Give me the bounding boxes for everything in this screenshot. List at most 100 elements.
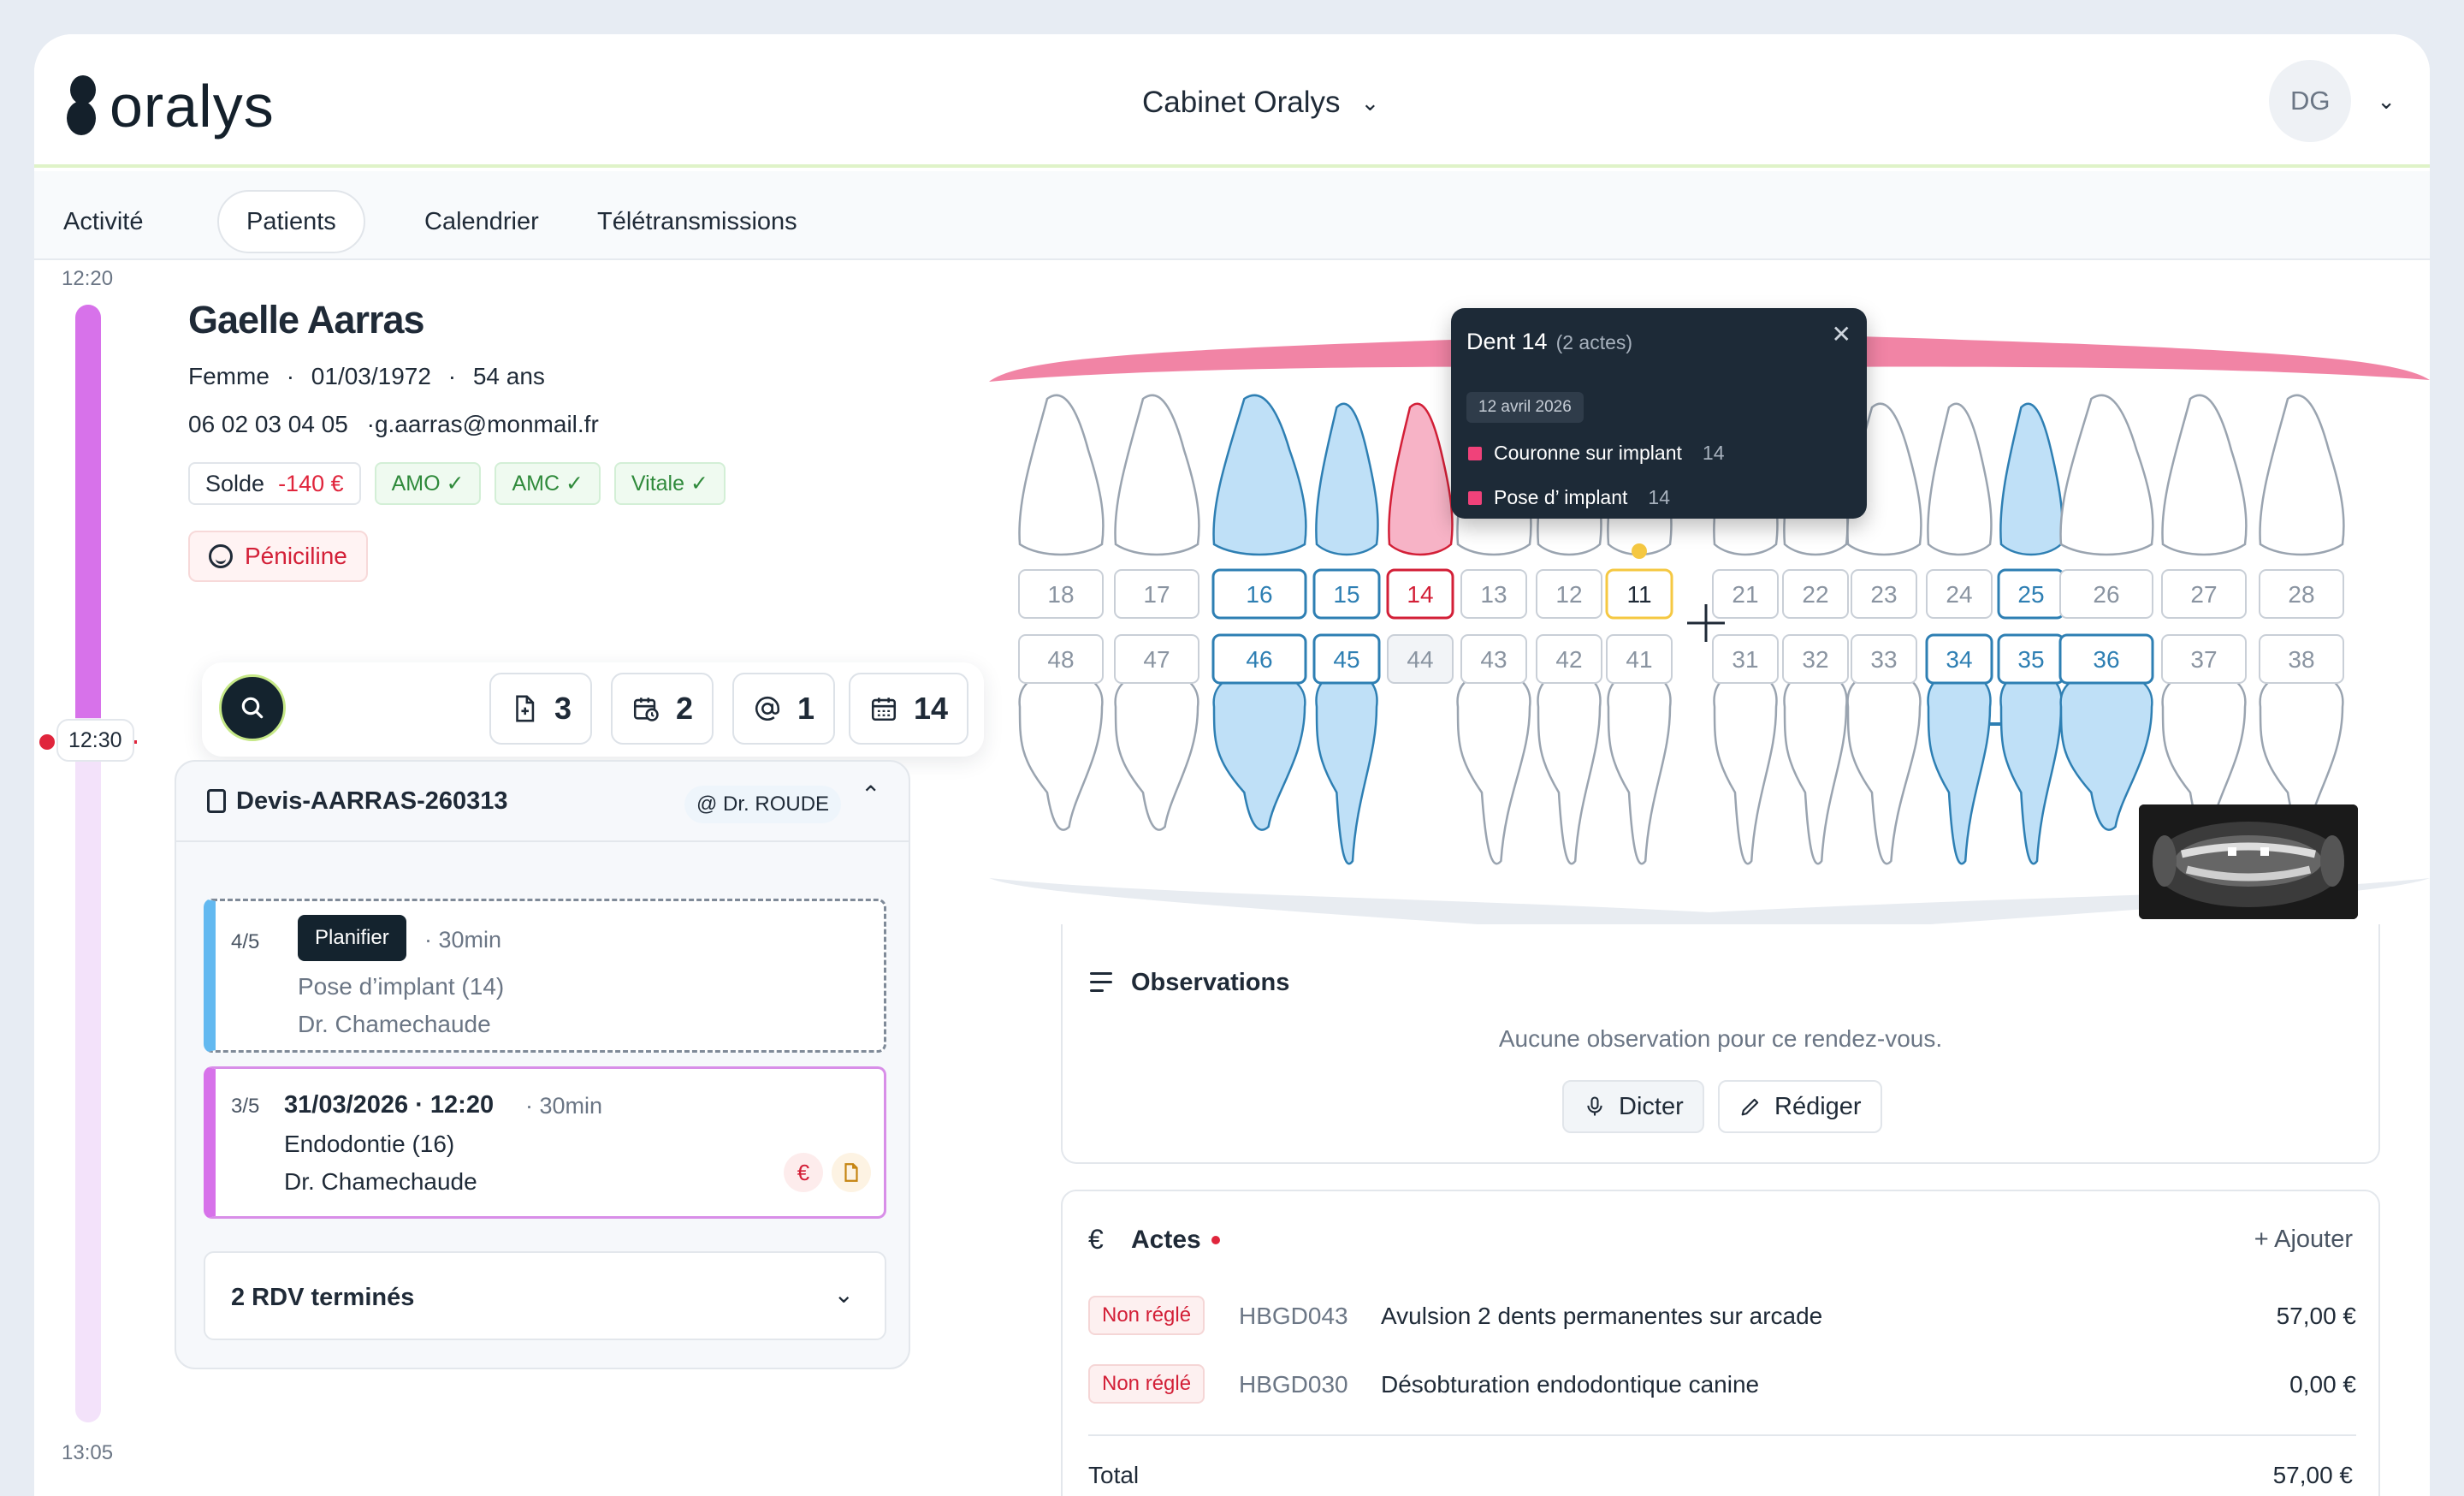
allergy-badge[interactable]: Péniciline [188, 531, 368, 582]
brand-name: oralys [110, 73, 275, 140]
cabinet-selector[interactable]: Cabinet Oralys ⌄ [1142, 86, 1379, 120]
solde-label: Solde [205, 470, 265, 496]
brand-logo[interactable]: oralys [67, 72, 275, 140]
tooltip-title: Dent 14 (2 actes) [1466, 329, 1632, 355]
act-code: HBGD030 [1239, 1371, 1348, 1398]
close-icon[interactable]: ✕ [1832, 320, 1851, 348]
planifier-button[interactable]: Planifier [298, 915, 406, 961]
tooth-36-lower [2059, 671, 2153, 831]
patient-name: Gaelle Aarras [188, 298, 425, 341]
step-fraction: 3/5 [231, 1095, 260, 1118]
tooth-41-lower [1607, 671, 1672, 865]
tooth-25-upper [1999, 402, 2064, 556]
tooth-number-45: 45 [1333, 646, 1359, 673]
tooth-number-27: 27 [2190, 581, 2217, 608]
tooth-46-lower [1212, 671, 1306, 831]
table-row[interactable]: Non réglé HBGD043 Avulsion 2 dents perma… [1088, 1296, 2356, 1339]
chevron-down-icon[interactable]: ⌄ [2377, 88, 2396, 115]
total-label: Total [1088, 1462, 1140, 1488]
tooth-number-44: 44 [1407, 646, 1433, 673]
tooth-18-upper [1018, 394, 1105, 556]
user-menu[interactable]: DG ⌄ [2269, 60, 2396, 142]
tooth-27-upper [2161, 394, 2248, 556]
step-duration: · 30min [424, 927, 502, 953]
tooth-43-lower [1456, 671, 1531, 865]
finished-appointments-toggle[interactable]: 2 RDV terminés ⌄ [204, 1251, 886, 1340]
calendar-counter[interactable]: 14 [849, 673, 969, 745]
tooth-45-lower [1315, 671, 1378, 865]
document-plus-icon [516, 695, 535, 722]
main-nav: Activité Patients Calendrier Télétransmi… [34, 171, 2430, 260]
tooth-15-upper [1315, 402, 1379, 556]
tooth-number-38: 38 [2288, 646, 2314, 673]
act-price: 0,00 € [2289, 1371, 2356, 1398]
euro-icon: € [1088, 1224, 1104, 1255]
patient-email[interactable]: ·g.aarras@monmail.fr [367, 411, 599, 437]
doctor-badge[interactable]: @ Dr. ROUDE [684, 786, 842, 823]
tab-patients[interactable]: Patients [217, 190, 365, 253]
amc-badge[interactable]: AMC ✓ [495, 462, 601, 505]
chevron-down-icon: ⌄ [833, 1281, 854, 1308]
tooth-31-lower [1713, 671, 1778, 865]
tab-teletransmissions[interactable]: Télétransmissions [570, 190, 825, 253]
act-color-marker [1468, 446, 1482, 460]
unsaved-dot [1211, 1236, 1220, 1244]
status-badge[interactable]: Non réglé [1088, 1296, 1205, 1335]
avatar[interactable]: DG [2269, 60, 2352, 142]
act-label: Désobturation endodontique canine [1381, 1371, 1760, 1398]
tooltip-act[interactable]: Couronne sur implant 14 [1468, 442, 1725, 465]
tab-activite[interactable]: Activité [36, 190, 170, 253]
documents-counter[interactable]: 3 [489, 673, 593, 745]
tooth-number-42: 42 [1555, 646, 1582, 673]
tooth-32-lower [1783, 671, 1848, 865]
tooth-28-upper [2259, 394, 2345, 556]
file-icon[interactable] [832, 1153, 871, 1192]
at-sign-icon [755, 696, 780, 721]
tooth-number-23: 23 [1870, 581, 1897, 608]
patient-toolbar: 3 2 1 14 [202, 662, 984, 757]
amo-badge[interactable]: AMO ✓ [374, 462, 482, 505]
mentions-counter[interactable]: 1 [732, 673, 836, 745]
tooth-number-25: 25 [2017, 581, 2044, 608]
panoramic-xray-thumbnail[interactable] [2139, 804, 2358, 919]
rediger-label: Rédiger [1774, 1092, 1862, 1120]
tooth-number-36: 36 [2093, 646, 2119, 673]
tooth-number-16: 16 [1246, 581, 1272, 608]
patient-sex: Femme [188, 363, 270, 389]
tooth-number-14: 14 [1407, 581, 1433, 608]
tooth-14-upper [1388, 402, 1454, 556]
tooltip-act[interactable]: Pose d’ implant 14 [1468, 486, 1670, 509]
devis-header[interactable]: Devis-AARRAS-260313 @ Dr. ROUDE ⌃ [176, 762, 909, 842]
rediger-button[interactable]: Rédiger [1718, 1080, 1882, 1133]
status-badge[interactable]: Non réglé [1088, 1364, 1205, 1404]
tab-calendrier[interactable]: Calendrier [397, 190, 566, 253]
step-duration: · 30min [525, 1093, 603, 1119]
step-doctor: Dr. Chamechaude [284, 1168, 477, 1195]
observations-panel: Observations Aucune observation pour ce … [1061, 924, 2380, 1164]
search-button[interactable] [219, 674, 286, 741]
table-row[interactable]: Non réglé HBGD030 Désobturation endodont… [1088, 1364, 2356, 1407]
euro-icon[interactable]: € [784, 1153, 823, 1192]
tooth-34-lower [1927, 671, 1992, 865]
tooth-number-28: 28 [2288, 581, 2314, 608]
patient-phone[interactable]: 06 02 03 04 05 [188, 411, 348, 437]
tooth-24-upper [1927, 402, 1993, 556]
appointments-counter[interactable]: 2 [611, 673, 714, 745]
devis-step-planned[interactable]: 4/5 Planifier · 30min Pose d’implant (14… [204, 899, 886, 1053]
tooth-number-11: 11 [1626, 581, 1651, 608]
calendar-icon [871, 698, 897, 721]
solde-badge[interactable]: Solde -140 € [188, 462, 361, 505]
search-icon [241, 697, 264, 719]
tooth-number-26: 26 [2093, 581, 2119, 608]
vitale-badge[interactable]: Vitale ✓ [613, 462, 726, 505]
devis-step-current[interactable]: 3/5 31/03/2026 · 12:20 · 30min Endodonti… [204, 1066, 886, 1219]
step-doctor: Dr. Chamechaude [298, 1011, 491, 1037]
chevron-down-icon: ⌄ [1360, 89, 1380, 116]
ajouter-button[interactable]: + Ajouter [2254, 1226, 2353, 1254]
tooltip-act-label: Pose d’ implant [1494, 486, 1628, 508]
act-label: Avulsion 2 dents permanentes sur arcade [1381, 1303, 1823, 1329]
act-code: HBGD043 [1239, 1303, 1348, 1329]
dicter-button[interactable]: Dicter [1562, 1080, 1704, 1133]
microphone-icon [1587, 1096, 1602, 1116]
chevron-up-icon[interactable]: ⌃ [861, 781, 880, 809]
